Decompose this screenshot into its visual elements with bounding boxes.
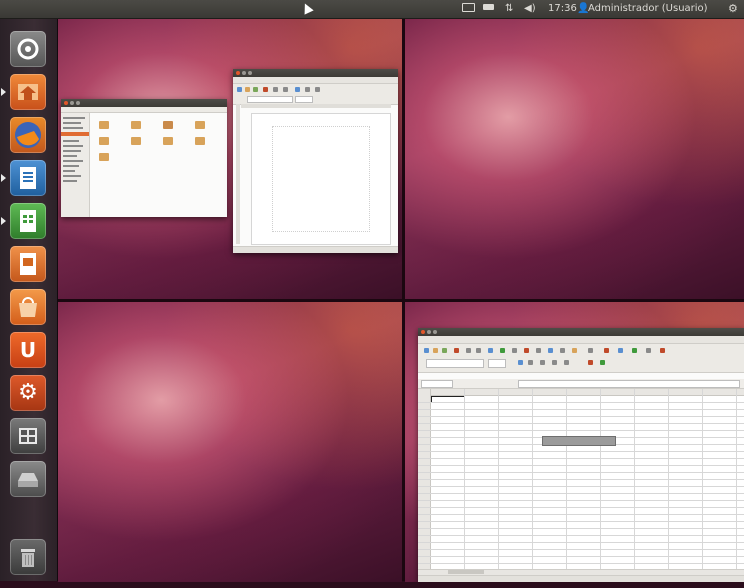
- launcher: U ⚙: [0, 19, 58, 581]
- top-panel: ⇅ ◀) 17:36 👤 Administrador (Usuario) ⚙: [0, 0, 744, 19]
- close-icon[interactable]: [64, 101, 68, 105]
- workspace-3[interactable]: [58, 302, 402, 582]
- folder-icon[interactable]: [99, 153, 109, 161]
- launcher-workspace-switcher[interactable]: [10, 418, 46, 454]
- vertical-ruler: [236, 104, 240, 244]
- window-titlebar: [418, 328, 744, 336]
- launcher-firefox[interactable]: [10, 117, 46, 153]
- writer-status-bar: [233, 246, 398, 253]
- trash-icon: [10, 539, 46, 575]
- folder-icon[interactable]: [99, 121, 109, 129]
- folder-icon[interactable]: [195, 121, 205, 129]
- mouse-cursor-icon: [300, 1, 314, 15]
- file-manager-sidebar: [61, 113, 90, 217]
- horizontal-ruler: [241, 104, 391, 108]
- home-folder-icon: [10, 74, 46, 110]
- folder-icon[interactable]: [99, 137, 109, 145]
- running-indicator: [1, 88, 6, 96]
- volume-icon[interactable]: ◀): [524, 0, 536, 18]
- writer-menubar: [233, 77, 398, 84]
- formula-bar: [418, 379, 744, 389]
- drive-icon: [10, 461, 46, 497]
- close-icon[interactable]: [421, 330, 425, 334]
- minimize-icon[interactable]: [427, 330, 431, 334]
- folder-icon[interactable]: [163, 137, 173, 145]
- user-menu[interactable]: Administrador (Usuario): [588, 0, 708, 18]
- running-indicator: [1, 174, 6, 182]
- launcher-dash-home[interactable]: [10, 31, 46, 67]
- impress-icon: [10, 246, 46, 282]
- software-center-icon: [10, 289, 46, 325]
- folder-icon[interactable]: [195, 137, 205, 145]
- close-icon[interactable]: [236, 71, 240, 75]
- launcher-ubuntu-one[interactable]: U: [10, 332, 46, 368]
- ubuntu-one-icon: U: [19, 338, 37, 362]
- maximize-icon[interactable]: [248, 71, 252, 75]
- calc-menubar: [418, 336, 744, 344]
- launcher-trash[interactable]: [10, 539, 46, 575]
- network-icon[interactable]: ⇅: [505, 0, 513, 18]
- calc-toolbar: [418, 344, 744, 373]
- launcher-libreoffice-impress[interactable]: [10, 246, 46, 282]
- session-gear-icon[interactable]: ⚙: [728, 0, 738, 18]
- battery-icon[interactable]: [483, 0, 494, 18]
- folder-icon[interactable]: [131, 121, 141, 129]
- maximize-icon[interactable]: [76, 101, 80, 105]
- launcher-libreoffice-writer[interactable]: [1, 160, 46, 196]
- sheet-tab[interactable]: [448, 570, 484, 574]
- workspace-4[interactable]: [405, 302, 744, 582]
- folder-icon[interactable]: [131, 137, 141, 145]
- launcher-libreoffice-calc[interactable]: [1, 203, 46, 239]
- formula-input[interactable]: [518, 380, 740, 388]
- firefox-icon: [10, 117, 46, 153]
- ubuntu-logo-icon: [10, 31, 46, 67]
- launcher-system-settings[interactable]: ⚙: [10, 375, 46, 411]
- calc-tooltip: [542, 436, 616, 446]
- workspace-switcher-icon: [10, 418, 46, 454]
- document-page[interactable]: [251, 113, 391, 245]
- writer-icon: [10, 160, 46, 196]
- minimize-icon[interactable]: [70, 101, 74, 105]
- file-manager-window[interactable]: [61, 99, 227, 217]
- clock[interactable]: 17:36: [548, 0, 577, 18]
- writer-window[interactable]: [233, 69, 398, 253]
- maximize-icon[interactable]: [433, 330, 437, 334]
- settings-icon: ⚙: [18, 380, 38, 405]
- folder-icon[interactable]: [163, 121, 173, 129]
- workspace-1[interactable]: [58, 19, 402, 299]
- calc-icon: [10, 203, 46, 239]
- launcher-software-center[interactable]: [10, 289, 46, 325]
- spreadsheet-grid[interactable]: [418, 389, 744, 575]
- launcher-home-folder[interactable]: [1, 74, 46, 110]
- writer-toolbar: [233, 84, 398, 105]
- column-headers: [418, 389, 744, 396]
- launcher-drive[interactable]: [10, 461, 46, 497]
- workspace-2[interactable]: [405, 19, 744, 299]
- minimize-icon[interactable]: [242, 71, 246, 75]
- window-titlebar: [233, 69, 398, 77]
- running-indicator: [1, 217, 6, 225]
- window-titlebar: [61, 99, 227, 107]
- calc-window[interactable]: [418, 328, 744, 582]
- name-box[interactable]: [421, 380, 453, 388]
- keyboard-indicator-icon[interactable]: [462, 0, 475, 18]
